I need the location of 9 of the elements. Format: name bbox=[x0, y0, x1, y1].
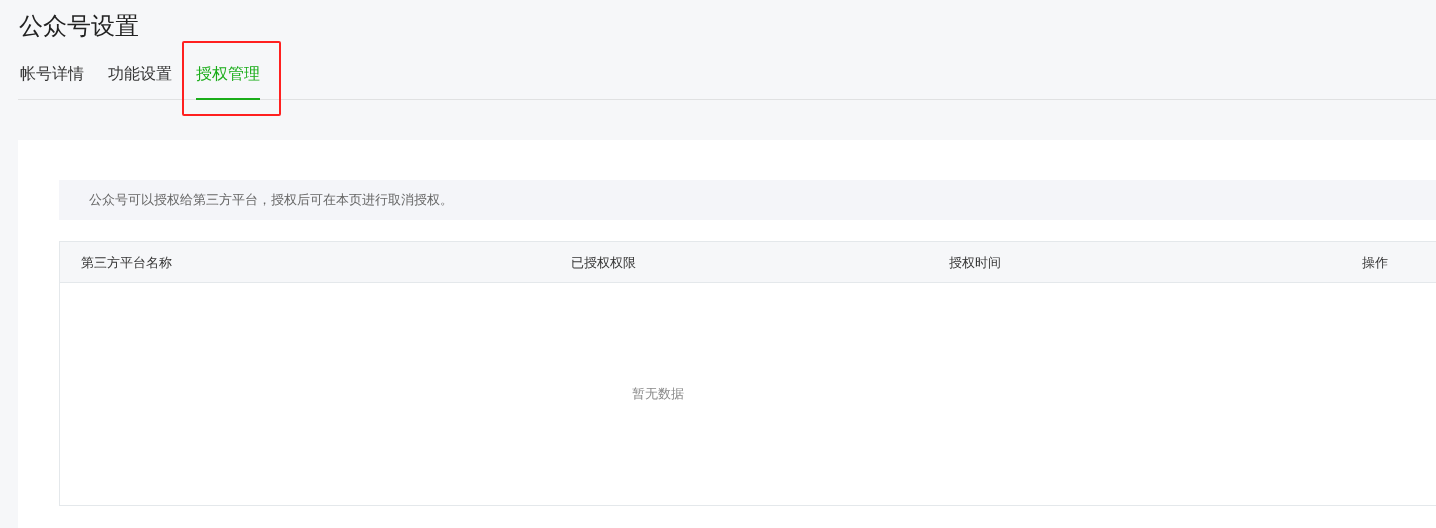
empty-text: 暂无数据 bbox=[632, 385, 684, 404]
column-header: 授权时间 bbox=[949, 255, 1001, 270]
tab[interactable]: 帐号详情 bbox=[20, 58, 84, 100]
column-header: 操作 bbox=[1362, 255, 1388, 270]
page-title: 公众号设置 bbox=[19, 11, 139, 41]
notice-text: 公众号可以授权给第三方平台，授权后可在本页进行取消授权。 bbox=[59, 180, 1436, 220]
column-header: 已授权权限 bbox=[571, 255, 636, 270]
column-header: 第三方平台名称 bbox=[81, 255, 172, 270]
tab[interactable]: 功能设置 bbox=[108, 58, 172, 100]
